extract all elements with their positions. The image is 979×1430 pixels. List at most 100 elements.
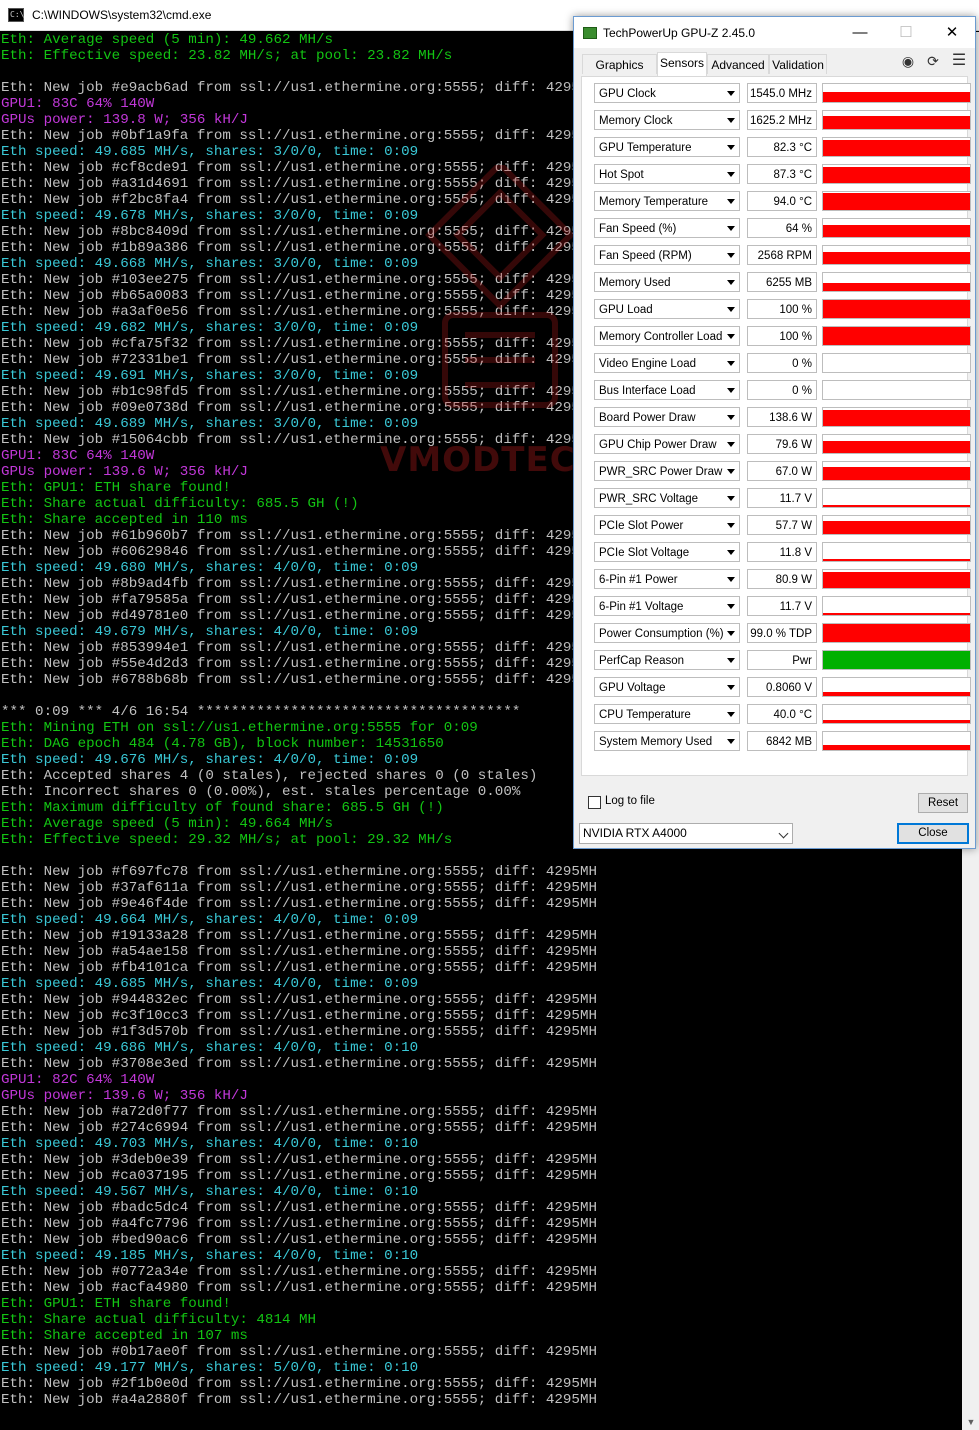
sensor-name-dropdown[interactable]: System Memory Used [594,731,740,751]
console-line: Eth speed: 49.664 MH/s, shares: 4/0/0, t… [1,912,419,928]
sensor-value: 64 % [747,218,817,238]
sensor-graph [822,110,971,130]
console-line: Eth speed: 49.185 MH/s, shares: 4/0/0, t… [1,1248,419,1264]
sensor-value: 0.8060 V [747,677,817,697]
sensor-graph-fill [823,558,970,561]
maximize-icon[interactable]: ☐ [883,17,929,48]
sensor-graph-fill [823,612,970,615]
sensor-name-dropdown[interactable]: 6-Pin #1 Power [594,569,740,589]
sensor-value: 6255 MB [747,272,817,292]
tab-sensors[interactable]: Sensors [657,52,707,76]
sensor-name-label: Memory Controller Load [599,331,723,343]
sensor-name-dropdown[interactable]: Fan Speed (RPM) [594,245,740,265]
sensor-row: Fan Speed (%) 64 % [588,218,971,240]
sensor-name-dropdown[interactable]: GPU Clock [594,83,740,103]
minimize-icon[interactable]: — [837,17,883,48]
sensor-name-dropdown[interactable]: Bus Interface Load [594,380,740,400]
sensors-panel: GPU Clock 1545.0 MHz Memory Clock 1625.2 MH… [581,76,971,776]
console-line: Eth: New job #a72d0f77 from ssl://us1.et… [1,1104,597,1120]
sensor-graph-fill [823,225,970,237]
sensor-graph [822,245,971,265]
console-line: Eth: Share accepted in 107 ms [1,1328,248,1344]
sensor-name-dropdown[interactable]: Hot Spot [594,164,740,184]
console-line: Eth speed: 49.685 MH/s, shares: 4/0/0, t… [1,976,419,992]
cmd-app-icon: C:\ [8,8,24,22]
sensor-value: 40.0 °C [747,704,817,724]
sensor-name-dropdown[interactable]: PWR_SRC Voltage [594,488,740,508]
sensor-row: Memory Used 6255 MB [588,272,971,294]
console-line: Eth: New job #2f1b0e0d from ssl://us1.et… [1,1376,597,1392]
menu-icon[interactable]: ☰ [950,52,968,70]
sensor-value: 0 % [747,353,817,373]
refresh-icon[interactable]: ⟳ [924,52,942,70]
close-button[interactable]: Close [897,823,969,844]
gpu-select[interactable]: NVIDIA RTX A4000 [579,823,793,844]
sensor-name-label: PWR_SRC Voltage [599,493,699,505]
sensor-row: GPU Temperature 82.3 °C [588,137,971,159]
sensor-row: Fan Speed (RPM) 2568 RPM [588,245,971,267]
dropdown-arrow-icon [727,469,735,474]
sensor-name-dropdown[interactable]: Power Consumption (%) [594,623,740,643]
sensor-row: Video Engine Load 0 % [588,353,971,375]
sensor-graph-fill [823,409,970,426]
tab-advanced[interactable]: Advanced [707,54,769,74]
sensor-name-label: Memory Temperature [599,196,709,208]
sensor-name-dropdown[interactable]: GPU Temperature [594,137,740,157]
gpuz-titlebar[interactable]: TechPowerUp GPU-Z 2.45.0 — ☐ ✕ [574,17,975,48]
dropdown-arrow-icon [727,442,735,447]
log-to-file-checkbox[interactable] [588,796,601,809]
sensor-name-label: PCIe Slot Voltage [599,547,690,559]
tab-validation[interactable]: Validation [769,54,827,74]
console-line: Eth: New job #274c6994 from ssl://us1.et… [1,1120,597,1136]
sensor-name-label: Hot Spot [599,169,644,181]
sensor-name-dropdown[interactable]: PWR_SRC Power Draw [594,461,740,481]
sensor-graph [822,353,971,373]
dropdown-arrow-icon [727,253,735,258]
console-line: GPU1: 82C 64% 140W [1,1072,155,1088]
sensor-name-dropdown[interactable]: Fan Speed (%) [594,218,740,238]
sensor-graph-fill [823,720,970,723]
sensor-value: 79.6 W [747,434,817,454]
sensor-name-dropdown[interactable]: Video Engine Load [594,353,740,373]
dropdown-arrow-icon [727,226,735,231]
dropdown-arrow-icon [727,523,735,528]
sensor-name-dropdown[interactable]: Memory Controller Load [594,326,740,346]
sensor-row: Bus Interface Load 0 % [588,380,971,402]
sensor-graph-fill [823,92,970,102]
console-line: GPUs power: 139.6 W; 356 kH/J [1,1088,248,1104]
sensor-name-label: 6-Pin #1 Power [599,574,678,586]
sensor-name-dropdown[interactable]: GPU Chip Power Draw [594,434,740,454]
sensor-row: Memory Temperature 94.0 °C [588,191,971,213]
dropdown-arrow-icon [727,145,735,150]
sensor-name-dropdown[interactable]: Memory Used [594,272,740,292]
sensor-graph [822,596,971,616]
sensor-name-dropdown[interactable]: PCIe Slot Power [594,515,740,535]
sensor-name-dropdown[interactable]: Memory Temperature [594,191,740,211]
sensor-name-dropdown[interactable]: GPU Load [594,299,740,319]
sensor-name-label: Board Power Draw [599,412,696,424]
sensor-graph-fill [823,571,970,588]
reset-button[interactable]: Reset [918,793,968,813]
sensor-name-dropdown[interactable]: PCIe Slot Voltage [594,542,740,562]
close-icon[interactable]: ✕ [929,17,975,48]
console-line: Eth: New job #c3f10cc3 from ssl://us1.et… [1,1008,597,1024]
sensor-name-dropdown[interactable]: 6-Pin #1 Voltage [594,596,740,616]
dropdown-arrow-icon [727,577,735,582]
gpuz-app-icon [583,27,597,39]
sensor-graph-fill [823,467,970,480]
dropdown-arrow-icon [727,550,735,555]
sensor-graph [822,623,971,643]
sensor-name-dropdown[interactable]: CPU Temperature [594,704,740,724]
camera-icon[interactable]: ◉ [899,52,917,70]
sensor-name-label: GPU Clock [599,88,656,100]
tab-graphics-card[interactable]: Graphics Card [582,54,657,92]
sensor-name-dropdown[interactable]: Board Power Draw [594,407,740,427]
dropdown-arrow-icon [727,172,735,177]
sensor-name-dropdown[interactable]: Memory Clock [594,110,740,130]
sensor-name-dropdown[interactable]: GPU Voltage [594,677,740,697]
sensor-name-dropdown[interactable]: PerfCap Reason [594,650,740,670]
sensor-graph [822,407,971,427]
sensor-value: 82.3 °C [747,137,817,157]
scroll-down-arrow-icon[interactable]: ▼ [966,1417,976,1427]
